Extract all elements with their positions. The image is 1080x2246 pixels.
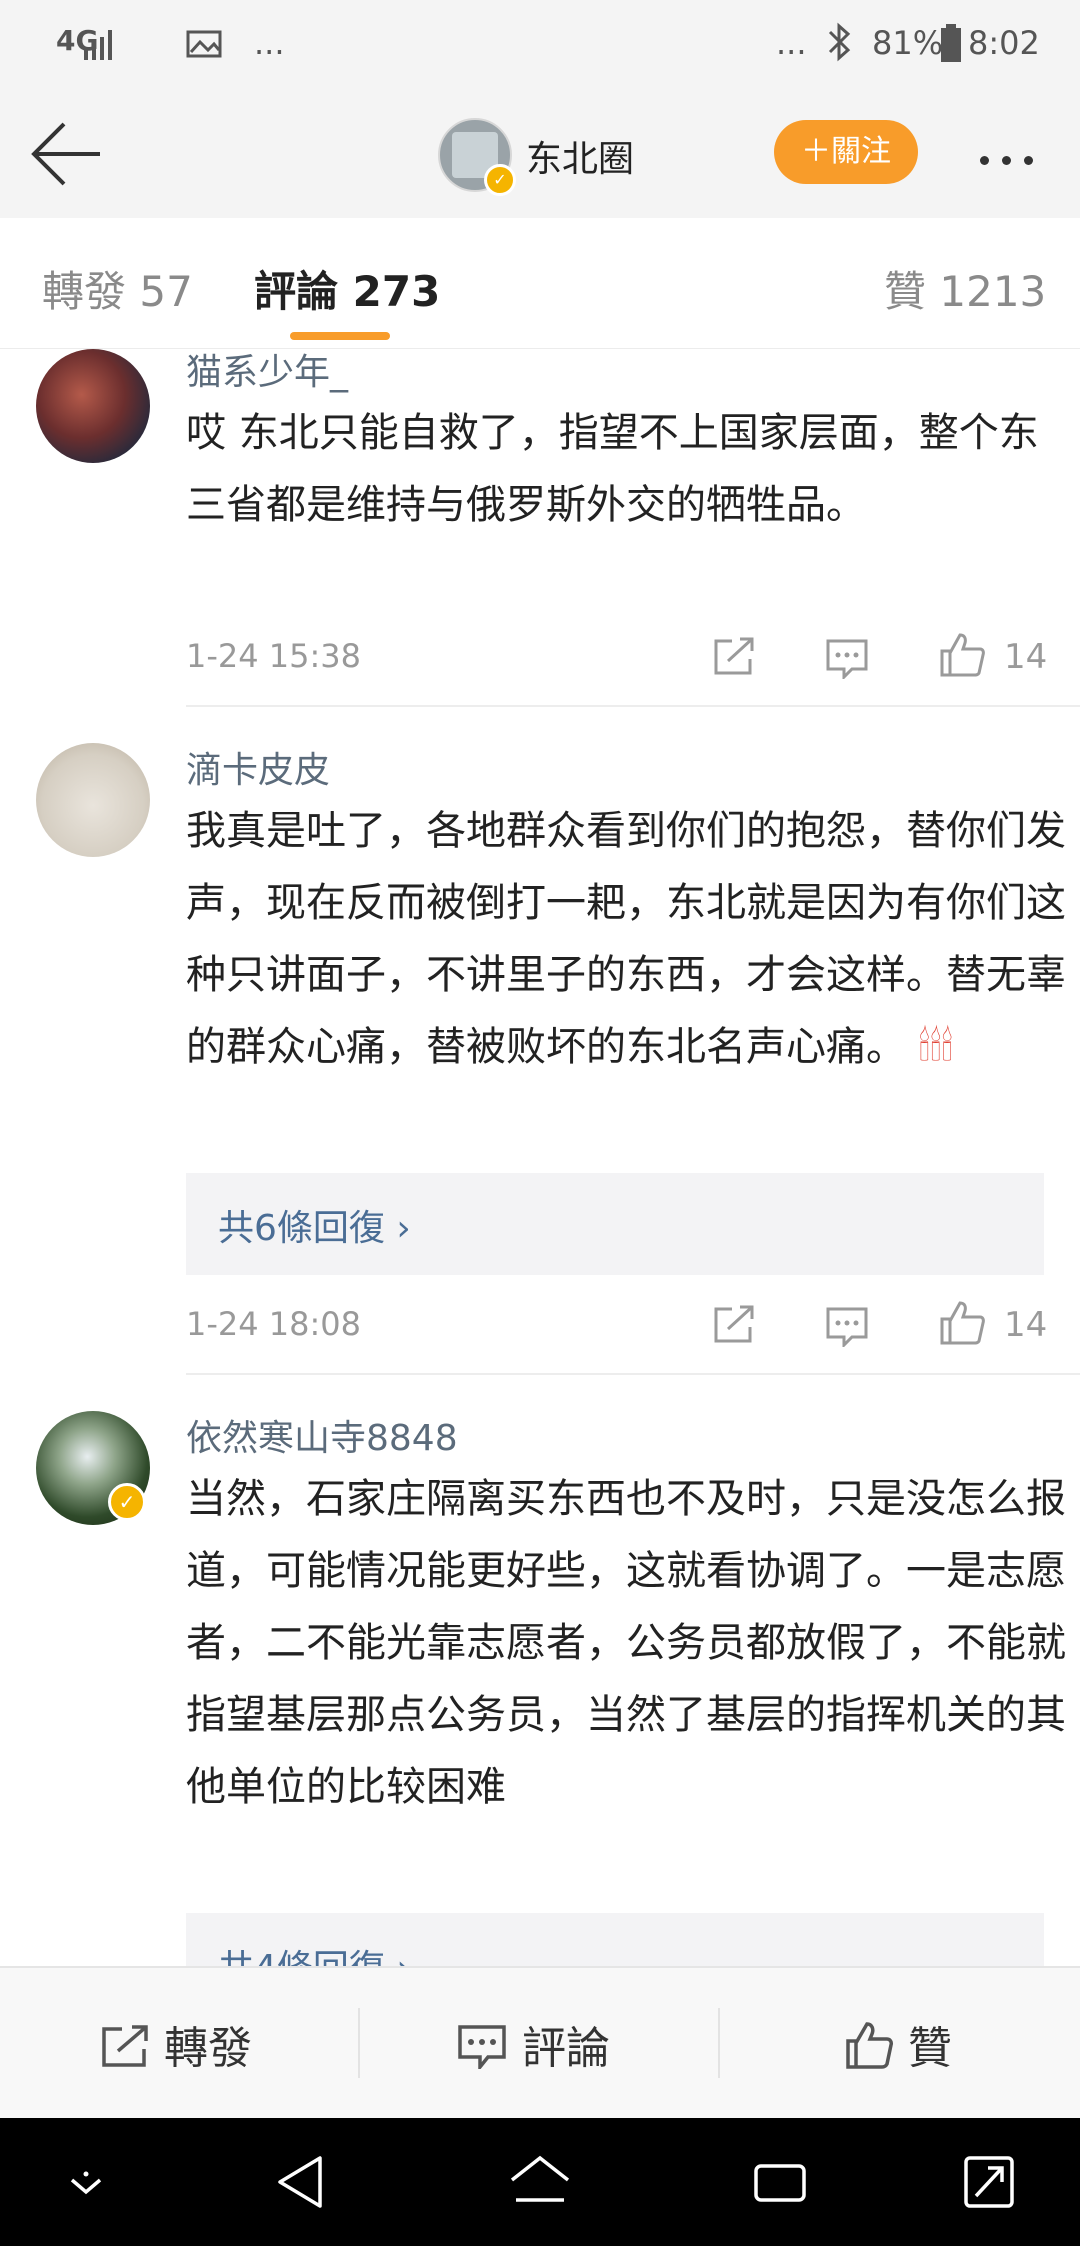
tab-comment-count: 273 — [352, 267, 441, 316]
tab-repost-label: 轉發 — [42, 267, 127, 316]
like-label: 贊 — [908, 2023, 952, 2074]
tab-bar: 轉發 57 評論 273 贊 1213 — [0, 218, 1080, 349]
tab-comment[interactable]: 評論 273 — [254, 258, 440, 319]
repost-icon[interactable] — [712, 1305, 756, 1345]
comment-icon[interactable] — [826, 1307, 870, 1347]
comment-text: 我真是吐了，各地群众看到你们的抱怨，替你们发声，现在反而被倒打一耙，东北就是因为… — [186, 795, 1066, 1083]
comment-label: 評論 — [522, 2023, 610, 2074]
bluetooth-icon — [828, 22, 851, 62]
tab-repost-count: 57 — [139, 267, 193, 316]
view-replies-button[interactable]: 共6條回復 › — [186, 1173, 1044, 1275]
comment-author[interactable]: 依然寒山寺8848 — [186, 1409, 458, 1461]
like-icon — [846, 2022, 893, 2069]
back-nav-icon[interactable] — [274, 2154, 326, 2210]
verified-badge-icon: ✓ — [484, 164, 516, 196]
avatar[interactable] — [36, 743, 150, 857]
repost-label: 轉發 — [164, 2023, 252, 2074]
comment-time: 1-24 15:38 — [186, 637, 362, 675]
clock: 8:02 — [968, 24, 1040, 62]
comment-icon — [458, 2025, 506, 2072]
tab-like-label: 贊 — [884, 267, 927, 316]
verified-badge-icon: ✓ — [108, 1483, 146, 1521]
status-bar: 4G ... ... 81% 8:02 — [0, 0, 1080, 90]
like-count: 14 — [1004, 1305, 1048, 1345]
bottom-action-bar: 轉發 評論 贊 — [0, 1966, 1080, 2120]
status-more-right: ... — [776, 24, 807, 62]
active-tab-indicator — [290, 332, 390, 340]
view-replies-button[interactable]: 共4條回復 › — [186, 1913, 1044, 1966]
candle-emoji-icon: 🕯🕯🕯 — [918, 1024, 953, 1070]
avatar[interactable] — [36, 349, 150, 463]
comment-icon[interactable] — [826, 639, 870, 679]
comment-author[interactable]: 猫系少年_ — [186, 349, 348, 395]
repost-icon[interactable] — [712, 637, 756, 677]
top-navigation-bar: ✓ 东北圈 ＋關注 — [0, 90, 1080, 220]
home-nav-icon[interactable] — [508, 2154, 572, 2210]
replies-count-label: 共4條回復 › — [218, 1939, 411, 1966]
divider — [186, 705, 1080, 707]
like-count: 14 — [1004, 637, 1048, 677]
comment-text: 哎 东北只能自救了，指望不上国家层面，整个东三省都是维持与俄罗斯外交的牺牲品。 — [186, 410, 1039, 528]
like-icon[interactable] — [938, 631, 986, 679]
repost-icon — [102, 2025, 148, 2067]
comment-author[interactable]: 滴卡皮皮 — [186, 741, 330, 793]
system-navigation-bar — [0, 2118, 1080, 2246]
recent-apps-icon[interactable] — [752, 2158, 808, 2206]
repost-button[interactable]: 轉發 — [100, 2012, 252, 2076]
divider — [186, 1373, 1080, 1375]
tab-repost[interactable]: 轉發 57 — [42, 258, 193, 319]
back-arrow-icon[interactable] — [30, 116, 106, 192]
replies-count-label: 共6條回復 › — [218, 1208, 411, 1249]
signal-icon — [84, 30, 112, 60]
like-icon[interactable] — [938, 1299, 986, 1347]
status-more-left: ... — [254, 24, 285, 62]
comment-list[interactable]: 猫系少年_ 哎 东北只能自救了，指望不上国家层面，整个东三省都是维持与俄罗斯外交… — [0, 349, 1080, 1966]
tab-like-count: 1213 — [939, 267, 1047, 316]
comment-text: 当然，石家庄隔离买东西也不及时，只是没怎么报道，可能情况能更好些，这就看协调了。… — [186, 1476, 1066, 1810]
battery-icon — [941, 24, 961, 62]
comment-button[interactable]: 評論 — [458, 2012, 610, 2076]
separator — [718, 2008, 720, 2078]
comment-time: 1-24 18:08 — [186, 1305, 362, 1343]
tab-like[interactable]: 贊 1213 — [884, 258, 1046, 319]
like-button[interactable]: 贊 — [844, 2012, 952, 2076]
hide-keyboard-icon[interactable] — [66, 2170, 106, 2200]
more-options-icon[interactable] — [980, 150, 1046, 169]
rotate-screen-icon[interactable] — [962, 2154, 1016, 2210]
image-icon — [186, 30, 222, 58]
separator — [358, 2008, 360, 2078]
battery-percent: 81% — [872, 24, 944, 62]
account-name[interactable]: 东北圈 — [526, 130, 634, 182]
tab-comment-label: 評論 — [254, 267, 339, 316]
follow-button[interactable]: ＋關注 — [774, 120, 918, 184]
